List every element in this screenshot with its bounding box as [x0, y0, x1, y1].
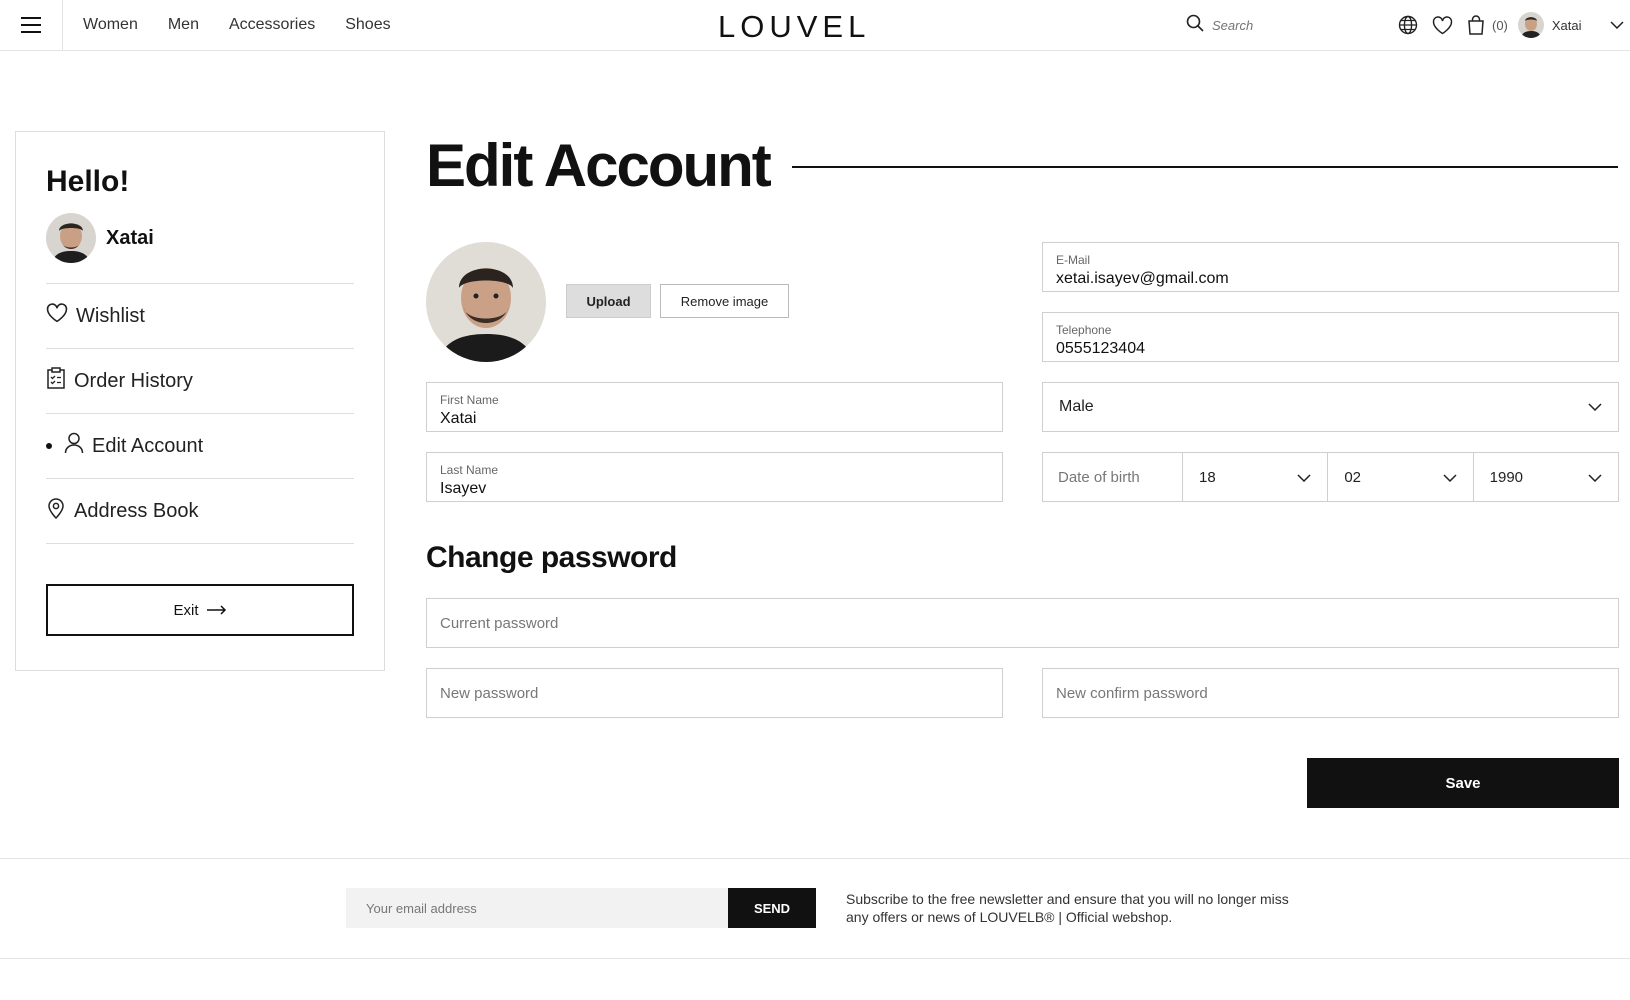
- confirm-password-field[interactable]: [1042, 668, 1619, 718]
- heart-icon[interactable]: [1430, 13, 1454, 37]
- top-header: Women Men Accessories Shoes LOUVEL (0) X…: [0, 0, 1630, 51]
- logo[interactable]: LOUVEL: [718, 9, 870, 45]
- dob-month-select[interactable]: 02: [1328, 453, 1474, 501]
- footer-divider: [0, 858, 1630, 859]
- new-password-field[interactable]: [426, 668, 1003, 718]
- arrow-right-icon: [206, 602, 227, 619]
- newsletter-text: Subscribe to the free newsletter and ens…: [846, 891, 1289, 925]
- page-title: Edit Account: [426, 132, 772, 199]
- search-bar: [1186, 14, 1362, 37]
- avatar[interactable]: [1517, 12, 1544, 38]
- sidebar-item-wishlist[interactable]: Wishlist: [46, 284, 354, 349]
- chevron-down-icon: [1588, 398, 1602, 416]
- email-label: E-Mail: [1056, 253, 1091, 267]
- sidebar-item-label: Wishlist: [76, 304, 145, 327]
- footer-divider: [0, 958, 1630, 959]
- telephone-field[interactable]: Telephone: [1042, 312, 1619, 362]
- chevron-down-icon: [1443, 469, 1457, 486]
- sidebar-item-edit-account[interactable]: Edit Account: [46, 414, 354, 479]
- dob-month-value: 02: [1344, 468, 1362, 486]
- shopping-bag-icon[interactable]: [1464, 13, 1488, 37]
- heart-icon: [46, 303, 68, 329]
- upload-button[interactable]: Upload: [566, 284, 651, 318]
- first-name-field[interactable]: First Name: [426, 382, 1003, 432]
- save-button[interactable]: Save: [1307, 758, 1619, 808]
- menu-icon[interactable]: [0, 0, 63, 50]
- avatar: [46, 213, 96, 263]
- last-name-label: Last Name: [440, 463, 499, 477]
- new-password-input[interactable]: [440, 684, 1002, 702]
- dob-year-value: 1990: [1489, 468, 1524, 486]
- header-username[interactable]: Xatai: [1552, 18, 1582, 33]
- location-pin-icon: [46, 497, 66, 525]
- telephone-label: Telephone: [1056, 323, 1112, 337]
- email-input[interactable]: [1056, 270, 1605, 288]
- header-icons: (0) Xatai: [1396, 12, 1624, 38]
- search-icon[interactable]: [1186, 14, 1204, 37]
- sidebar-item-label: Order History: [74, 369, 193, 392]
- sidebar-item-order-history[interactable]: Order History: [46, 349, 354, 414]
- greeting: Hello!: [46, 165, 130, 198]
- exit-button[interactable]: Exit: [46, 584, 354, 636]
- main-nav: Women Men Accessories Shoes: [83, 0, 391, 50]
- exit-label: Exit: [173, 601, 199, 619]
- newsletter-email-input[interactable]: [346, 888, 728, 928]
- active-indicator: [46, 443, 52, 449]
- gender-select[interactable]: Male: [1042, 382, 1619, 432]
- sidebar-username: Xatai: [106, 226, 154, 249]
- current-password-field[interactable]: [426, 598, 1619, 648]
- title-divider: [792, 166, 1618, 168]
- telephone-input[interactable]: [1056, 340, 1605, 358]
- dob-day-select[interactable]: 18: [1183, 453, 1329, 501]
- newsletter-send-button[interactable]: SEND: [728, 888, 816, 928]
- cart-count: (0): [1492, 17, 1508, 33]
- change-password-title: Change password: [426, 541, 677, 574]
- confirm-password-input[interactable]: [1056, 684, 1618, 702]
- dob-year-select[interactable]: 1990: [1474, 453, 1618, 501]
- current-password-input[interactable]: [440, 614, 1618, 632]
- nav-accessories[interactable]: Accessories: [229, 16, 315, 34]
- chevron-down-icon: [1588, 469, 1602, 486]
- user-icon: [64, 432, 84, 460]
- sidebar-item-label: Edit Account: [92, 434, 204, 457]
- gender-value: Male: [1059, 398, 1094, 415]
- first-name-label: First Name: [440, 393, 499, 407]
- chevron-down-icon: [1297, 469, 1311, 486]
- search-input[interactable]: [1212, 18, 1362, 33]
- nav-women[interactable]: Women: [83, 16, 138, 34]
- nav-shoes[interactable]: Shoes: [345, 16, 390, 34]
- chevron-down-icon[interactable]: [1610, 16, 1624, 34]
- remove-image-button[interactable]: Remove image: [660, 284, 789, 318]
- sidebar-item-label: Address Book: [74, 499, 199, 522]
- email-field[interactable]: E-Mail: [1042, 242, 1619, 292]
- last-name-field[interactable]: Last Name: [426, 452, 1003, 502]
- last-name-input[interactable]: [440, 480, 989, 498]
- nav-men[interactable]: Men: [168, 16, 199, 34]
- sidebar-item-address-book[interactable]: Address Book: [46, 479, 354, 544]
- profile-photo: [426, 242, 546, 362]
- globe-icon[interactable]: [1396, 13, 1420, 37]
- account-sidebar: Hello! Xatai Wishlist Order History Edit…: [15, 131, 385, 671]
- date-of-birth: Date of birth 18 02 1990: [1042, 452, 1619, 502]
- clipboard-icon: [46, 367, 66, 395]
- first-name-input[interactable]: [440, 410, 989, 428]
- dob-label: Date of birth: [1043, 453, 1183, 501]
- dob-day-value: 18: [1199, 468, 1216, 486]
- sidebar-user: Xatai: [46, 213, 354, 284]
